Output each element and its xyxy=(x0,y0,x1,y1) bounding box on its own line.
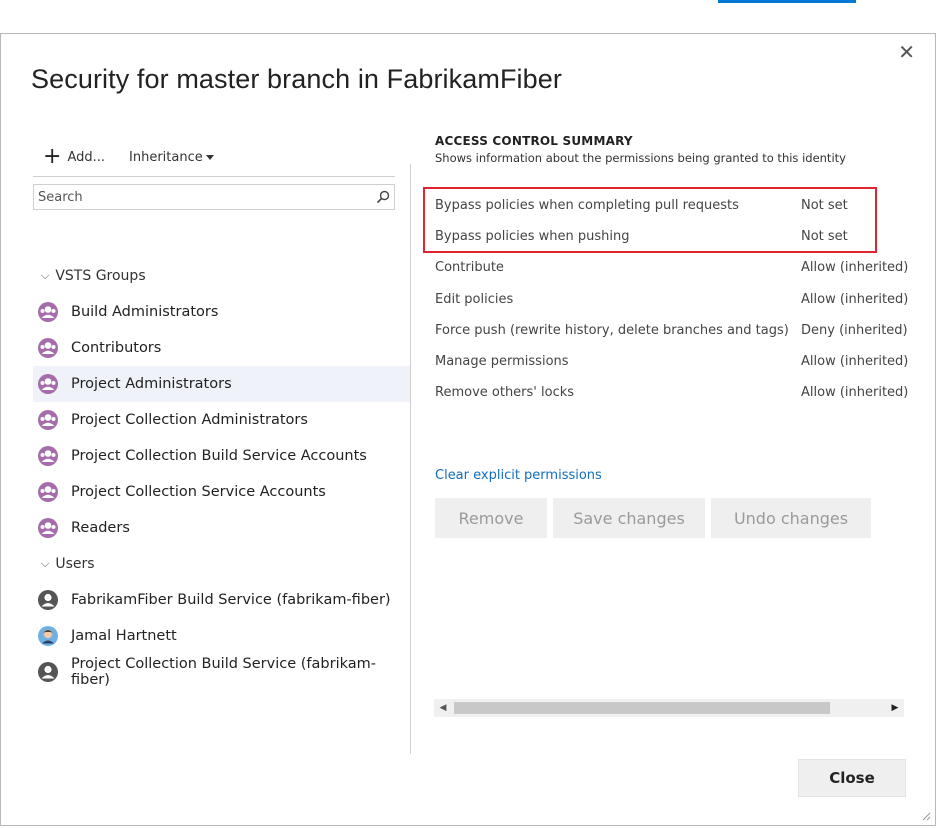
caret-down-icon xyxy=(205,154,214,160)
scrollbar-thumb[interactable] xyxy=(454,702,830,714)
list-item-project-collection-service-accounts[interactable]: Project Collection Service Accounts xyxy=(33,474,411,510)
permission-row[interactable]: Contribute Allow (inherited) xyxy=(435,252,915,283)
permission-row[interactable]: Edit policies Allow (inherited) xyxy=(435,284,915,315)
close-icon[interactable]: ✕ xyxy=(898,42,915,62)
inheritance-dropdown[interactable]: Inheritance xyxy=(129,150,214,165)
identity-toolbar: + Add... Inheritance xyxy=(33,142,214,172)
list-item-label: Project Administrators xyxy=(71,376,232,392)
permission-value[interactable]: Allow (inherited) xyxy=(801,260,915,275)
list-item-build-administrators[interactable]: Build Administrators xyxy=(33,294,411,330)
group-header-label: VSTS Groups xyxy=(55,268,146,284)
close-button[interactable]: Close xyxy=(798,759,906,797)
search-icon[interactable] xyxy=(372,190,394,204)
list-item-label: Project Collection Service Accounts xyxy=(71,484,326,500)
list-item-project-collection-administrators[interactable]: Project Collection Administrators xyxy=(33,402,411,438)
group-icon xyxy=(37,301,59,323)
horizontal-scrollbar[interactable]: ◀ ▶ xyxy=(434,699,904,717)
permission-value[interactable]: Allow (inherited) xyxy=(801,354,915,369)
scrollbar-track[interactable] xyxy=(452,699,886,717)
list-item-contributors[interactable]: Contributors xyxy=(33,330,411,366)
service-account-icon xyxy=(37,589,59,611)
summary-subtitle: Shows information about the permissions … xyxy=(435,151,846,165)
service-account-icon xyxy=(37,661,59,683)
permission-row[interactable]: Remove others' locks Allow (inherited) xyxy=(435,377,915,408)
toolbar-divider xyxy=(33,176,395,177)
permission-value[interactable]: Allow (inherited) xyxy=(801,385,915,400)
group-icon xyxy=(37,445,59,467)
permission-value[interactable]: Allow (inherited) xyxy=(801,292,915,307)
permission-name: Manage permissions xyxy=(435,354,569,370)
remove-button[interactable]: Remove xyxy=(435,498,547,538)
list-item-jamal-hartnett[interactable]: Jamal Hartnett xyxy=(33,618,411,654)
chevron-down-icon: ⌵ xyxy=(41,557,50,570)
permission-name: Edit policies xyxy=(435,291,514,307)
list-item-label: Project Collection Build Service Account… xyxy=(71,448,367,464)
permission-value[interactable]: Not set xyxy=(801,198,915,213)
group-icon xyxy=(37,409,59,431)
permission-row[interactable]: Bypass policies when completing pull req… xyxy=(435,190,915,221)
permission-name: Remove others' locks xyxy=(435,385,575,401)
dialog-title: Security for master branch in FabrikamFi… xyxy=(31,64,562,94)
list-item-label: Build Administrators xyxy=(71,304,219,320)
group-icon xyxy=(37,481,59,503)
group-header-users[interactable]: ⌵ Users xyxy=(33,546,411,582)
permission-row[interactable]: Force push (rewrite history, delete bran… xyxy=(435,315,915,346)
save-changes-button[interactable]: Save changes xyxy=(553,498,705,538)
permission-name: Bypass policies when pushing xyxy=(435,229,630,245)
plus-icon: + xyxy=(43,144,62,169)
list-item-label: Project Collection Administrators xyxy=(71,412,308,428)
list-item-readers[interactable]: Readers xyxy=(33,510,411,546)
group-header-vsts-groups[interactable]: ⌵ VSTS Groups xyxy=(33,258,411,294)
group-icon xyxy=(37,337,59,359)
list-item-label: FabrikamFiber Build Service (fabrikam-fi… xyxy=(71,592,391,608)
group-icon xyxy=(37,517,59,539)
permissions-table: Bypass policies when completing pull req… xyxy=(435,190,915,408)
search-input[interactable] xyxy=(34,186,372,208)
inheritance-label: Inheritance xyxy=(129,149,203,165)
summary-title: ACCESS CONTROL SUMMARY xyxy=(435,134,633,148)
list-item-label: Contributors xyxy=(71,340,162,356)
identity-list: ⌵ VSTS Groups Build Administrators Contr… xyxy=(33,258,411,690)
list-item-project-administrators[interactable]: Project Administrators xyxy=(33,366,411,402)
scroll-left-icon[interactable]: ◀ xyxy=(434,703,452,713)
chevron-down-icon: ⌵ xyxy=(41,269,50,282)
user-avatar-icon xyxy=(37,625,59,647)
group-icon xyxy=(37,373,59,395)
permission-name: Bypass policies when completing pull req… xyxy=(435,198,739,214)
list-item-project-collection-build-service[interactable]: Project Collection Build Service (fabrik… xyxy=(33,654,411,690)
permission-name: Contribute xyxy=(435,260,504,276)
pane-divider xyxy=(410,164,411,754)
action-buttons: Remove Save changes Undo changes xyxy=(435,498,871,538)
group-header-label: Users xyxy=(55,556,95,572)
top-accent-bar xyxy=(718,0,856,3)
permission-value[interactable]: Not set xyxy=(801,229,915,244)
resize-grip-icon[interactable] xyxy=(921,811,931,821)
identity-pane: + Add... Inheritance ⌵ VSTS Groups xyxy=(33,134,411,754)
list-item-fabrikamfiber-build-service[interactable]: FabrikamFiber Build Service (fabrikam-fi… xyxy=(33,582,411,618)
permission-row[interactable]: Bypass policies when pushing Not set xyxy=(435,221,915,252)
add-button-label: Add... xyxy=(67,149,106,165)
list-item-label: Jamal Hartnett xyxy=(71,628,177,644)
scroll-right-icon[interactable]: ▶ xyxy=(886,703,904,713)
list-item-label: Readers xyxy=(71,520,130,536)
add-button[interactable]: + Add... xyxy=(33,146,105,168)
access-control-summary-pane: ACCESS CONTROL SUMMARY Shows information… xyxy=(423,134,925,754)
undo-changes-button[interactable]: Undo changes xyxy=(711,498,871,538)
permission-value[interactable]: Deny (inherited) xyxy=(801,323,915,338)
search-box xyxy=(33,184,395,210)
list-item-label: Project Collection Build Service (fabrik… xyxy=(71,656,376,688)
permission-row[interactable]: Manage permissions Allow (inherited) xyxy=(435,346,915,377)
list-item-project-collection-build-service-accounts[interactable]: Project Collection Build Service Account… xyxy=(33,438,411,474)
permission-name: Force push (rewrite history, delete bran… xyxy=(435,322,789,338)
clear-explicit-permissions-link[interactable]: Clear explicit permissions xyxy=(435,468,602,483)
